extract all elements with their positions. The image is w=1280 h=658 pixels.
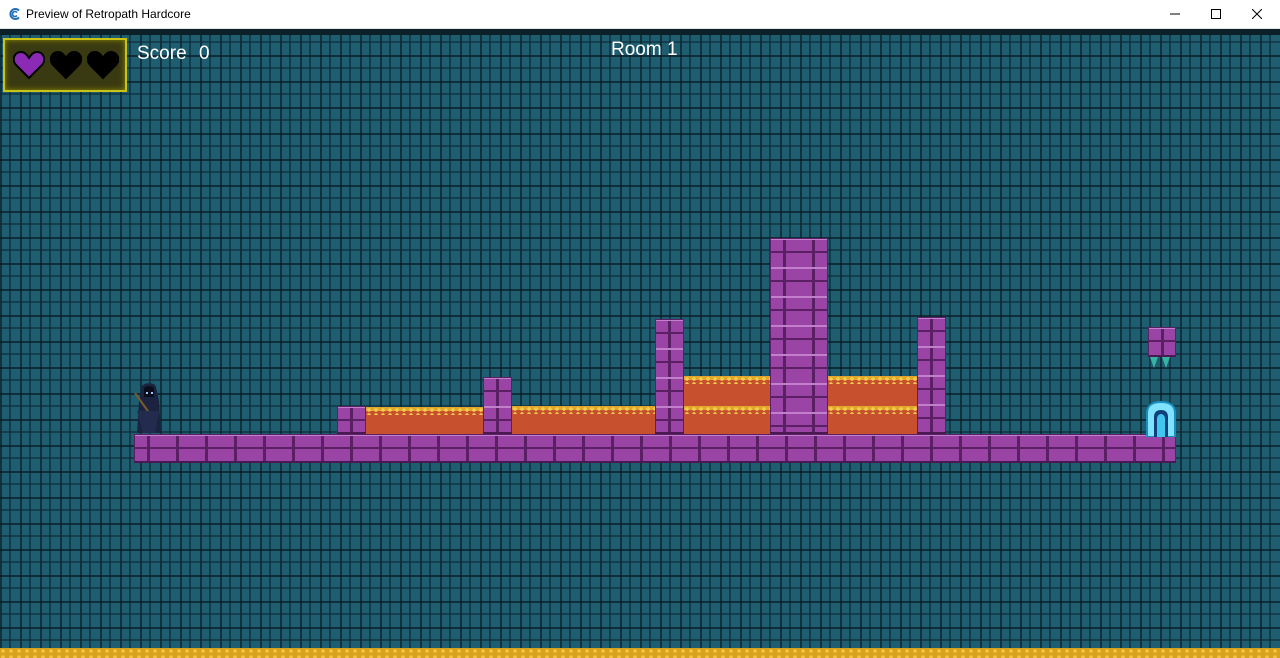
close-button[interactable] — [1234, 0, 1280, 28]
construct-app-icon — [9, 8, 20, 20]
room-label: Room 1 — [611, 39, 678, 60]
score-label: Score — [137, 43, 187, 64]
brick-tower — [770, 238, 828, 434]
floor-platform — [134, 434, 1176, 463]
top-border — [0, 29, 1280, 35]
score-value: 0 — [199, 43, 210, 64]
heart-empty-icon — [50, 50, 82, 80]
brick-pillar — [655, 319, 684, 434]
spike-trap-icon — [1150, 357, 1170, 368]
lava-pool — [684, 376, 770, 406]
window-title: Preview of Retropath Hardcore — [26, 7, 191, 21]
health-panel — [3, 38, 127, 92]
brick-pillar — [337, 406, 366, 434]
heart-empty-icon — [87, 50, 119, 80]
maximize-icon — [1211, 9, 1221, 19]
bottom-lava-strip — [0, 648, 1280, 658]
lava-pool — [828, 376, 917, 406]
hooded-player-character[interactable] — [133, 381, 165, 435]
close-icon — [1252, 9, 1262, 19]
lava-pool — [828, 406, 917, 434]
floating-brick — [1148, 327, 1176, 357]
minimize-button[interactable] — [1152, 0, 1198, 28]
exit-door-icon[interactable] — [1146, 401, 1176, 437]
lava-pool — [512, 406, 655, 434]
brick-pillar — [483, 377, 512, 434]
brick-pillar — [917, 317, 946, 434]
maximize-button[interactable] — [1193, 0, 1239, 28]
game-canvas[interactable]: Score 0 Room 1 — [0, 29, 1280, 658]
minimize-icon — [1170, 13, 1180, 15]
heart-full-icon — [13, 50, 45, 80]
window-title-bar: Preview of Retropath Hardcore — [0, 0, 1280, 29]
lava-pool — [366, 407, 483, 434]
lava-pool — [684, 406, 770, 434]
